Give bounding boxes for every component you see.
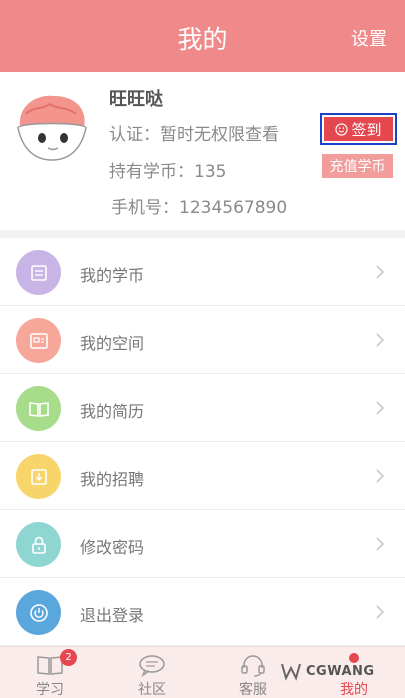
avatar[interactable] — [12, 86, 92, 166]
menu-label: 我的学币 — [80, 266, 145, 285]
menu-label: 我的空间 — [80, 334, 145, 353]
chevron-right-icon — [376, 537, 385, 551]
chevron-right-icon — [376, 265, 385, 279]
menu-item-logout[interactable]: 退出登录 — [0, 578, 405, 646]
user-name: 旺旺哒 — [109, 89, 163, 110]
menu-label: 我的简历 — [80, 402, 145, 421]
certification-status: 认证：暂时无权限查看 — [109, 125, 279, 145]
chevron-right-icon — [376, 401, 385, 415]
headset-icon — [241, 655, 265, 677]
coin-book-icon — [16, 250, 61, 295]
recruit-icon — [16, 454, 61, 499]
menu-item-my-resume[interactable]: 我的简历 — [0, 374, 405, 442]
chevron-right-icon — [376, 469, 385, 483]
menu-label: 退出登录 — [80, 606, 145, 625]
menu-label: 修改密码 — [80, 538, 145, 557]
menu-list: 我的学币 我的空间 我的简历 我的招聘 修改密码 退出登录 — [0, 238, 405, 646]
notification-badge: 2 — [60, 649, 77, 666]
menu-item-my-space[interactable]: 我的空间 — [0, 306, 405, 374]
settings-button[interactable]: 设置 — [351, 25, 387, 51]
watermark-text: CGWANG — [306, 663, 375, 679]
tab-study[interactable]: 2 学习 — [10, 647, 90, 698]
tab-label: 社区 — [138, 682, 166, 698]
menu-item-my-recruitment[interactable]: 我的招聘 — [0, 442, 405, 510]
tab-label: 学习 — [36, 682, 64, 698]
sign-in-label: 签到 — [351, 120, 382, 139]
watermark-icon — [281, 663, 301, 681]
chat-bubble-icon — [139, 655, 165, 677]
power-icon — [16, 590, 61, 635]
tab-community[interactable]: 社区 — [112, 647, 192, 698]
open-book-icon — [16, 386, 61, 431]
menu-item-change-password[interactable]: 修改密码 — [0, 510, 405, 578]
profile-card: 旺旺哒 认证：暂时无权限查看 持有学币：135 手机号：1234567890 签… — [0, 72, 405, 230]
chevron-right-icon — [376, 333, 385, 347]
menu-label: 我的招聘 — [80, 470, 145, 489]
watermark-logo: CGWANG — [280, 656, 405, 686]
space-icon — [16, 318, 61, 363]
coin-balance: 持有学币：135 — [109, 162, 227, 182]
recharge-coins-button[interactable]: 充值学币 — [322, 154, 393, 178]
menu-item-my-coins[interactable]: 我的学币 — [0, 238, 405, 306]
top-bar: 我的 设置 — [0, 0, 405, 72]
lock-icon — [16, 522, 61, 567]
chevron-right-icon — [376, 605, 385, 619]
sign-in-button[interactable]: 签到 — [320, 113, 397, 145]
smile-icon — [335, 122, 349, 136]
phone-number: 手机号：1234567890 — [111, 198, 288, 218]
page-title: 我的 — [177, 25, 228, 54]
